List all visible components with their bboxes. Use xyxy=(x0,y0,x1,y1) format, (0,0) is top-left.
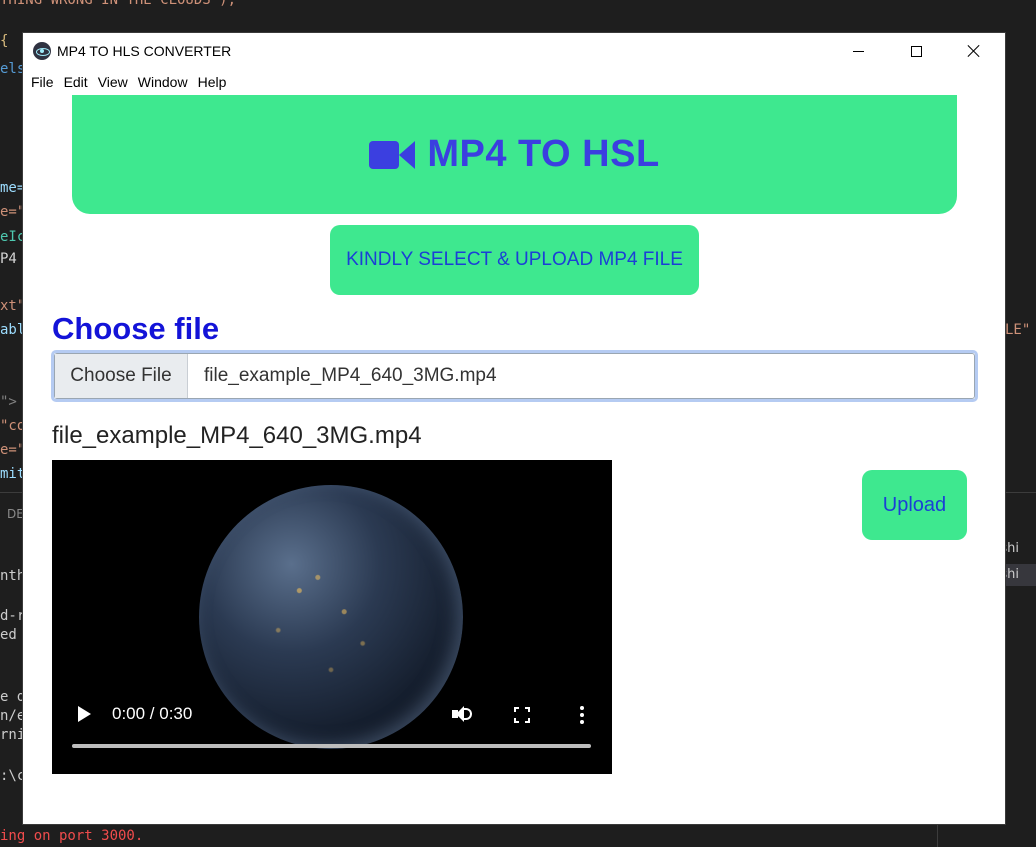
choose-file-button[interactable]: Choose File xyxy=(55,354,188,398)
close-icon xyxy=(967,44,981,58)
video-time: 0:00 / 0:30 xyxy=(112,704,193,723)
panel-divider xyxy=(0,492,24,493)
menu-file[interactable]: File xyxy=(26,69,59,95)
more-options-icon[interactable] xyxy=(580,706,584,724)
menu-edit[interactable]: Edit xyxy=(59,69,93,95)
terminal-line: ing on port 3000. xyxy=(0,828,144,844)
maximize-icon xyxy=(910,45,922,57)
hero-banner: MP4 TO HSL xyxy=(72,95,957,214)
video-player[interactable]: 0:00 / 0:30 xyxy=(52,460,612,774)
editor-line: me= xyxy=(0,180,26,196)
editor-line: abl xyxy=(0,322,26,338)
editor-line: xt" xyxy=(0,298,26,314)
menu-bar: File Edit View Window Help xyxy=(23,69,1005,95)
title-bar[interactable]: MP4 TO HLS CONVERTER xyxy=(23,33,1005,69)
video-controls: 0:00 / 0:30 xyxy=(52,696,612,774)
video-camera-icon xyxy=(369,139,416,171)
maximize-button[interactable] xyxy=(887,33,945,69)
editor-line: LE" xyxy=(1005,322,1031,338)
choose-file-heading: Choose file xyxy=(52,311,220,346)
editor-line: "> xyxy=(0,394,17,410)
explorer-item[interactable]: ershi xyxy=(1005,564,1036,586)
editor-line: THING WRONG IN THE CLOUDS"); xyxy=(0,0,237,8)
terminal-line: :\c xyxy=(0,768,26,784)
editor-line: { xyxy=(0,33,9,49)
preview-file-caption: file_example_MP4_640_3MG.mp4 xyxy=(52,422,422,449)
video-progress-bar[interactable] xyxy=(72,744,591,748)
volume-icon[interactable] xyxy=(452,705,472,723)
menu-window[interactable]: Window xyxy=(133,69,193,95)
editor-line: e=" xyxy=(0,204,26,220)
select-upload-button[interactable]: KINDLY SELECT & UPLOAD MP4 FILE xyxy=(330,225,699,295)
panel-divider xyxy=(1005,492,1036,493)
editor-line: mit xyxy=(0,466,26,482)
editor-line: eIc xyxy=(0,229,26,245)
editor-line: e=" xyxy=(0,442,26,458)
editor-line: "co xyxy=(0,418,26,434)
fullscreen-icon[interactable] xyxy=(514,707,530,723)
explorer-item[interactable]: ershi xyxy=(1005,538,1036,560)
editor-panel-tab[interactable]: DE xyxy=(7,506,24,522)
close-button[interactable] xyxy=(945,33,1003,69)
minimize-button[interactable] xyxy=(829,33,887,69)
editor-line: P4 xyxy=(0,251,17,267)
electron-app-icon xyxy=(33,42,51,60)
menu-help[interactable]: Help xyxy=(193,69,232,95)
selected-file-name: file_example_MP4_640_3MG.mp4 xyxy=(204,365,497,386)
window-title: MP4 TO HLS CONVERTER xyxy=(57,43,232,59)
file-input[interactable]: Choose File file_example_MP4_640_3MG.mp4 xyxy=(51,350,978,402)
upload-button[interactable]: Upload xyxy=(862,470,967,540)
minimize-icon xyxy=(852,50,864,52)
app-window: MP4 TO HLS CONVERTER File Edit View Wind… xyxy=(23,33,1005,824)
status-divider xyxy=(937,824,938,847)
play-icon[interactable] xyxy=(78,706,91,722)
hero-title: MP4 TO HSL xyxy=(427,133,660,175)
menu-view[interactable]: View xyxy=(93,69,133,95)
